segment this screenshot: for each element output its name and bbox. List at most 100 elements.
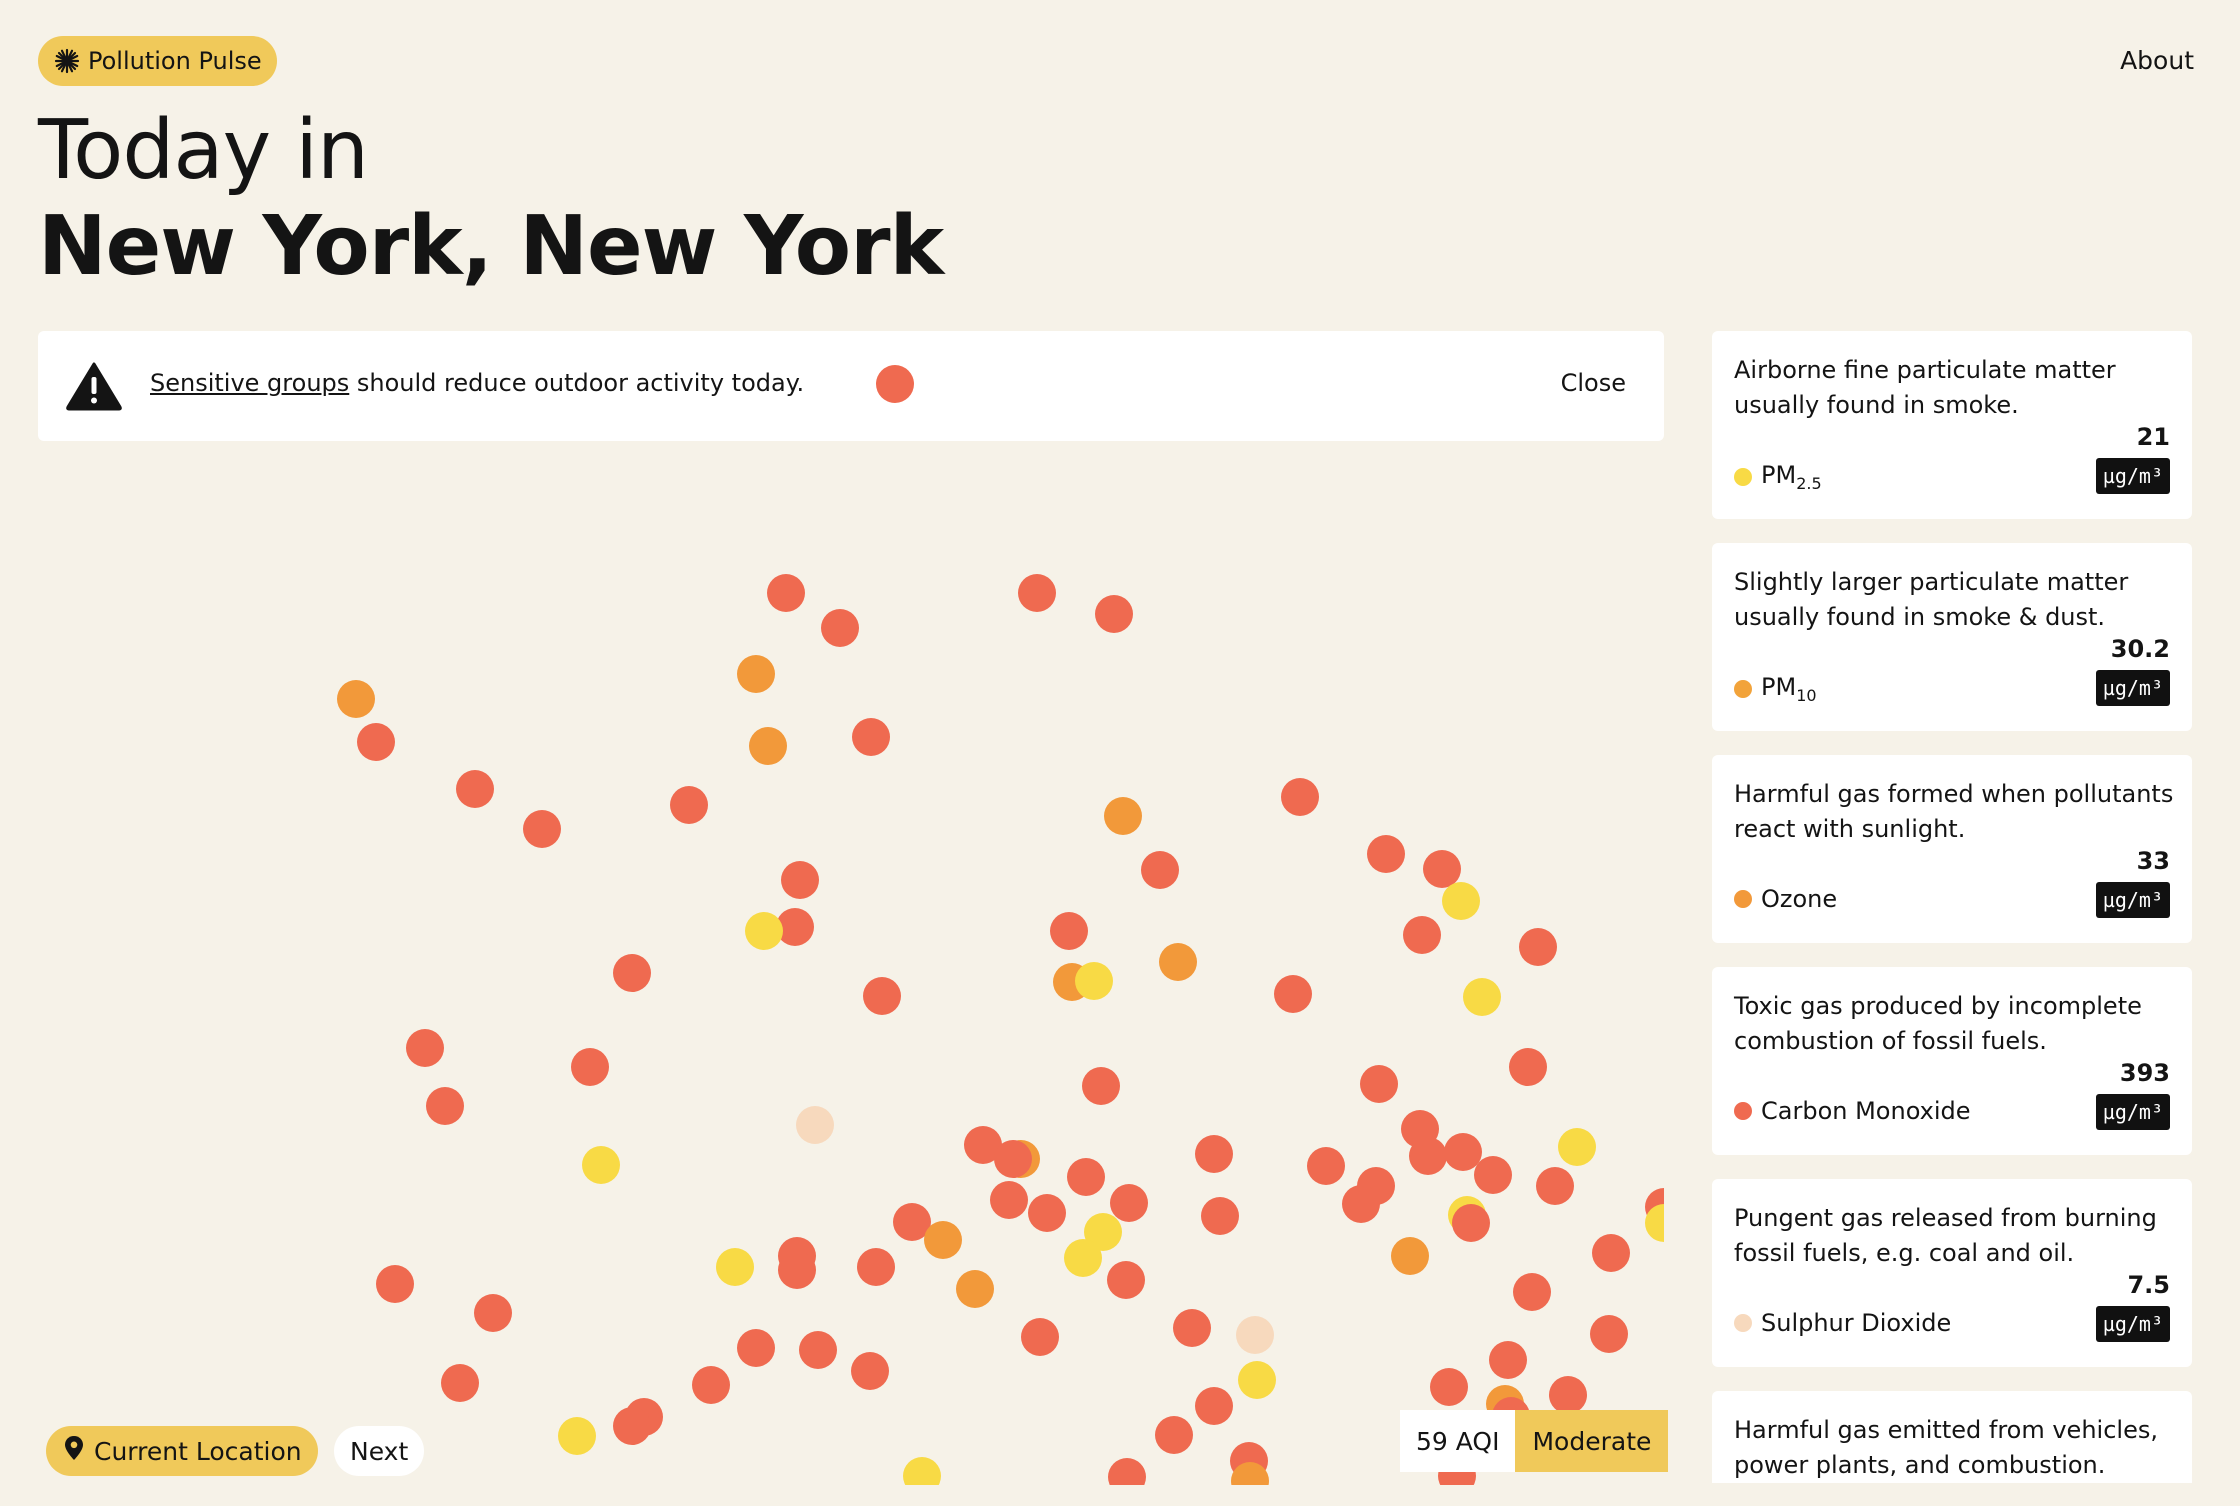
pollution-dot	[1064, 1239, 1102, 1277]
pollutant-unit: µg/m³	[2095, 1094, 2170, 1130]
pollutant-color-dot	[1734, 1102, 1752, 1120]
pollutant-unit: µg/m³	[2095, 458, 2170, 494]
sensitive-groups-link[interactable]: Sensitive groups	[150, 369, 349, 397]
pollution-dot	[1104, 797, 1142, 835]
pollution-dot	[1281, 778, 1319, 816]
pollutant-description: Slightly larger particulate matter usual…	[1734, 568, 2129, 631]
pollution-dot	[1274, 975, 1312, 1013]
pollution-dot	[1430, 1368, 1468, 1406]
pollution-dot	[796, 1106, 834, 1144]
pollution-dot	[1592, 1234, 1630, 1272]
pollution-dot	[1095, 595, 1133, 633]
pollutant-name: PM2.5	[1734, 461, 1822, 493]
pollution-dot	[441, 1364, 479, 1402]
pollution-dot	[1173, 1309, 1211, 1347]
pollutant-unit: µg/m³	[2095, 882, 2170, 918]
page-title-prefix: Today in	[38, 103, 369, 198]
pollution-dot	[337, 680, 375, 718]
pollution-dot	[1423, 850, 1461, 888]
pollutant-list[interactable]: Airborne fine particulate matter usually…	[1712, 331, 2192, 1483]
pollution-dot	[1050, 912, 1088, 950]
pollutant-card-partial[interactable]: Harmful gas emitted from vehicles, power…	[1712, 1391, 2192, 1483]
pollution-dot	[1075, 962, 1113, 1000]
pollutant-color-dot	[1734, 467, 1752, 486]
pollutant-label: Sulphur Dioxide	[1761, 1309, 1952, 1337]
pollution-dot	[994, 1140, 1032, 1178]
pollution-dot	[1082, 1067, 1120, 1105]
pollution-dot	[582, 1146, 620, 1184]
pollution-dot	[1307, 1147, 1345, 1185]
pollution-dot	[1474, 1156, 1512, 1194]
sun-icon	[54, 48, 80, 74]
pollutant-subscript: 10	[1796, 685, 1817, 705]
pollution-dot	[778, 1251, 816, 1289]
pollution-dot	[1391, 1237, 1429, 1275]
pollutant-card-sulphur-dioxide[interactable]: Pungent gas released from burning fossil…	[1712, 1179, 2192, 1367]
pollution-dot	[716, 1248, 754, 1286]
pollution-dot	[903, 1457, 941, 1485]
aqi-value: 59 AQI	[1400, 1410, 1516, 1472]
pollution-dot	[1590, 1315, 1628, 1353]
pollution-dot	[523, 810, 561, 848]
pollutant-card-pm10[interactable]: Slightly larger particulate matter usual…	[1712, 543, 2192, 731]
pollution-dot	[1403, 916, 1441, 954]
pollution-dot	[1067, 1158, 1105, 1196]
pollution-dot	[1409, 1137, 1447, 1175]
pollutant-unit: µg/m³	[2095, 1306, 2170, 1342]
pollutant-description: Harmful gas formed when pollutants react…	[1734, 780, 2174, 843]
pollution-dot	[357, 723, 395, 761]
current-location-button[interactable]: Current Location	[46, 1426, 318, 1476]
pollution-dot	[1463, 978, 1501, 1016]
pollution-dot	[571, 1048, 609, 1086]
pollution-dot	[767, 574, 805, 612]
pollutant-description: Pungent gas released from burning fossil…	[1734, 1204, 2157, 1267]
pollution-dot	[1110, 1184, 1148, 1222]
pollutant-card-pm25[interactable]: Airborne fine particulate matter usually…	[1712, 331, 2192, 519]
pollution-dot	[613, 1407, 651, 1445]
pollution-dot	[558, 1417, 596, 1455]
pollution-dot	[857, 1248, 895, 1286]
pollution-dot	[1513, 1273, 1551, 1311]
pollution-dots	[337, 574, 1664, 1485]
pollutant-name: PM10	[1734, 673, 1817, 705]
pollutant-description: Harmful gas emitted from vehicles, power…	[1734, 1416, 2158, 1479]
pollutant-card-carbon-monoxide[interactable]: Toxic gas produced by incomplete combust…	[1712, 967, 2192, 1155]
pollution-dot	[613, 954, 651, 992]
current-location-label: Current Location	[94, 1436, 302, 1466]
pollution-map[interactable]	[38, 441, 1664, 1485]
pollutant-value: 21	[2136, 423, 2170, 451]
pollution-dot	[851, 1352, 889, 1390]
pollution-dot	[426, 1087, 464, 1125]
pollution-dot	[1360, 1065, 1398, 1103]
pollution-dot	[474, 1294, 512, 1332]
pollutant-description: Airborne fine particulate matter usually…	[1734, 356, 2116, 419]
pollutant-label: Carbon Monoxide	[1761, 1097, 1971, 1125]
pollutant-unit: µg/m³	[2095, 670, 2170, 706]
next-button[interactable]: Next	[334, 1426, 425, 1476]
pollution-dot	[1444, 1133, 1482, 1171]
pollution-dot	[406, 1029, 444, 1067]
pollution-dot	[1367, 835, 1405, 873]
pollutant-color-dot	[1734, 890, 1752, 908]
pollution-dot	[1342, 1185, 1380, 1223]
pollution-dot	[745, 912, 783, 950]
pollution-dot	[749, 727, 787, 765]
about-link[interactable]: About	[2120, 46, 2194, 75]
pollutant-card-ozone[interactable]: Harmful gas formed when pollutants react…	[1712, 755, 2192, 943]
pollution-dot	[1028, 1194, 1066, 1232]
pollution-dot	[1442, 882, 1480, 920]
pollution-dot	[376, 1265, 414, 1303]
alert-message-text: should reduce outdoor activity today.	[349, 369, 805, 397]
brand-pill[interactable]: Pollution Pulse	[38, 36, 277, 86]
pollutant-label: PM	[1761, 673, 1797, 701]
pollution-dot	[1452, 1204, 1490, 1242]
pollutant-value: 33	[2136, 847, 2170, 875]
pollution-dot	[799, 1331, 837, 1369]
pollutant-name: Sulphur Dioxide	[1734, 1309, 1951, 1337]
pollution-dot	[1159, 943, 1197, 981]
pollution-dot	[737, 655, 775, 693]
close-button[interactable]: Close	[1561, 369, 1626, 397]
pollution-dot	[1155, 1416, 1193, 1454]
pollutant-subscript: 2.5	[1796, 473, 1822, 493]
alert-banner: Sensitive groups should reduce outdoor a…	[38, 331, 1664, 441]
